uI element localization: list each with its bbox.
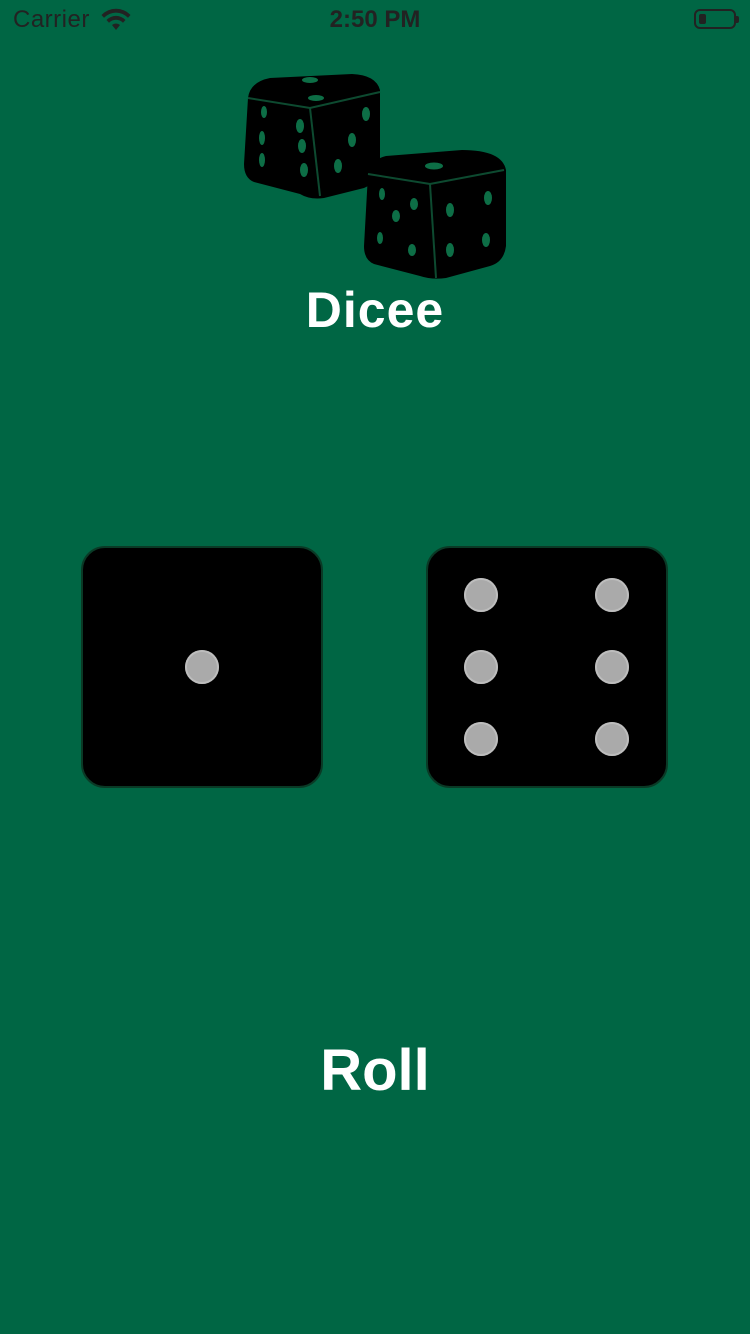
status-bar: Carrier 2:50 PM (0, 0, 750, 40)
app-title: Dicee (305, 282, 445, 338)
die-pip (464, 578, 498, 612)
roll-button[interactable]: Roll (275, 1030, 475, 1110)
die-right (426, 546, 668, 788)
battery-level (699, 14, 706, 24)
dice-logo-icon (244, 74, 506, 279)
die-left (81, 546, 323, 788)
die-pip (595, 650, 629, 684)
status-time: 2:50 PM (329, 6, 421, 33)
logo-die-back (244, 74, 381, 199)
die-pip (464, 722, 498, 756)
battery-icon (694, 9, 739, 29)
logo-die-front (364, 150, 506, 279)
die-pip (185, 650, 219, 684)
die-pip (595, 722, 629, 756)
die-pip (595, 578, 629, 612)
die-pip (464, 650, 498, 684)
